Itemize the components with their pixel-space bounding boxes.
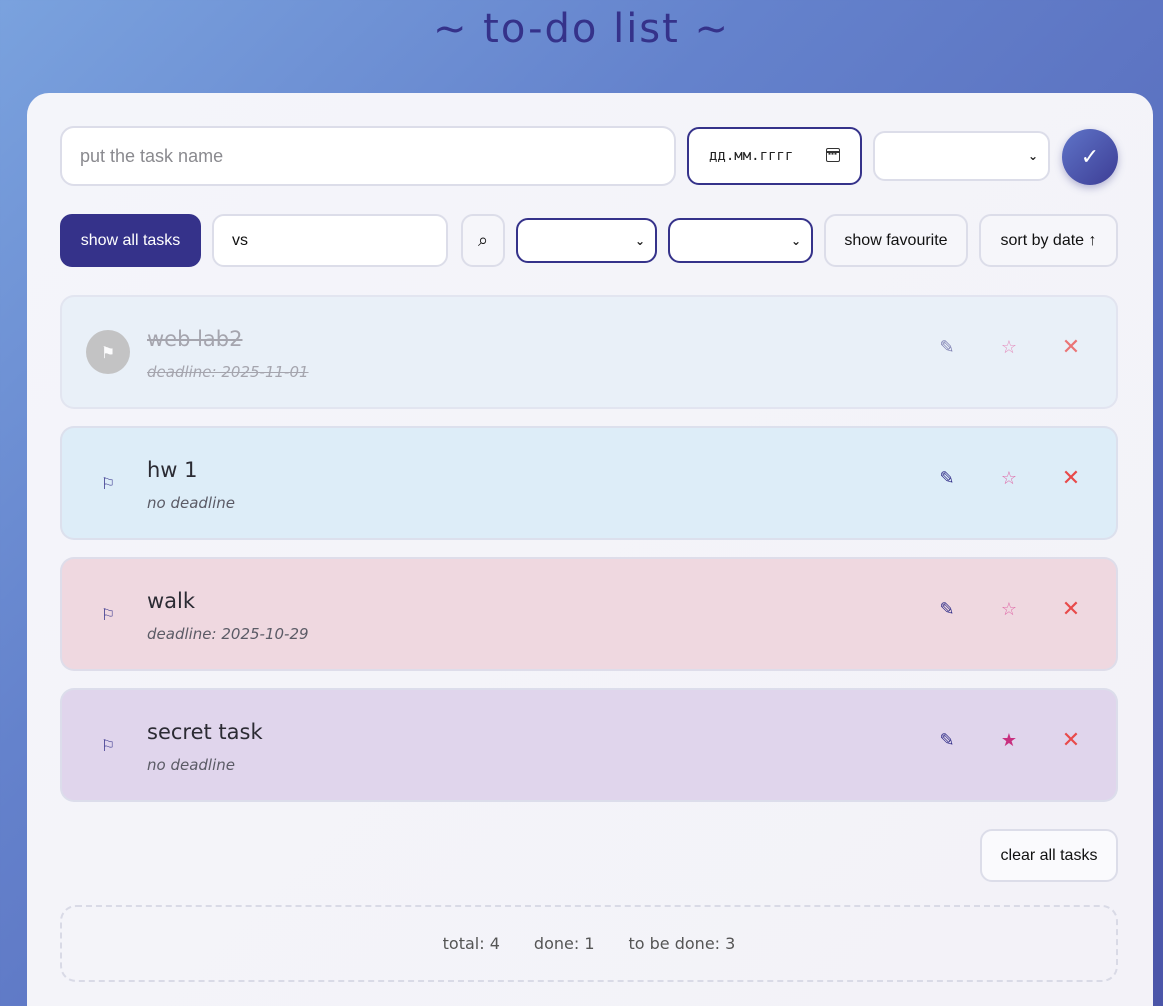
- task-name: walk: [147, 589, 196, 613]
- stat-total: total: 4: [442, 934, 500, 953]
- task-deadline: deadline: 2025-10-29: [147, 625, 309, 643]
- filter-select-2[interactable]: ⌄: [668, 218, 813, 263]
- filter-select-1[interactable]: ⌄: [516, 218, 657, 263]
- clear-all-tasks-button[interactable]: clear all tasks: [980, 829, 1118, 882]
- task-stats: total: 4 done: 1 to be done: 3: [60, 905, 1118, 982]
- star-outline-icon[interactable]: ☆: [996, 337, 1022, 358]
- task-name: web lab2: [147, 327, 243, 351]
- stat-done: done: 1: [533, 934, 595, 953]
- search-icon: ⌕: [477, 230, 489, 250]
- deadline-date-input[interactable]: дд.мм.гггг: [687, 127, 862, 185]
- chevron-down-icon: ⌄: [790, 233, 801, 248]
- edit-icon[interactable]: ✎: [934, 337, 960, 358]
- task-item: ⚐ walk deadline: 2025-10-29 ✎ ☆ ✕: [60, 557, 1118, 671]
- edit-icon[interactable]: ✎: [934, 730, 960, 751]
- chevron-down-icon: ⌄: [1027, 149, 1038, 163]
- flag-outline-icon[interactable]: ⚐: [86, 461, 130, 505]
- checkmark-icon: ✓: [1080, 144, 1100, 170]
- sort-by-date-button[interactable]: sort by date ↑: [979, 214, 1118, 267]
- flag-icon[interactable]: ⚑: [86, 330, 130, 374]
- task-item: ⚑ web lab2 deadline: 2025-11-01 ✎ ☆ ✕: [60, 295, 1118, 409]
- search-input[interactable]: [212, 214, 448, 267]
- edit-icon[interactable]: ✎: [934, 599, 960, 620]
- flag-outline-icon[interactable]: ⚐: [86, 592, 130, 636]
- add-task-button[interactable]: ✓: [1062, 129, 1118, 185]
- edit-icon[interactable]: ✎: [934, 468, 960, 489]
- close-icon[interactable]: ✕: [1058, 728, 1084, 753]
- task-deadline: deadline: 2025-11-01: [147, 363, 309, 381]
- add-task-form: дд.мм.гггг ⌄ ✓: [60, 126, 1118, 186]
- stat-to-be-done: to be done: 3: [628, 934, 736, 953]
- flag-outline-icon[interactable]: ⚐: [86, 723, 130, 767]
- task-name: hw 1: [147, 458, 198, 482]
- todo-card: дд.мм.гггг ⌄ ✓ show all tasks ⌕ ⌄ ⌄ show…: [27, 93, 1153, 1006]
- search-button[interactable]: ⌕: [461, 214, 505, 267]
- close-icon[interactable]: ✕: [1058, 466, 1084, 491]
- priority-select[interactable]: ⌄: [873, 131, 1050, 181]
- star-filled-icon[interactable]: ★: [996, 730, 1022, 751]
- task-name: secret task: [147, 720, 263, 744]
- close-icon[interactable]: ✕: [1058, 335, 1084, 360]
- task-item: ⚐ secret task no deadline ✎ ★ ✕: [60, 688, 1118, 802]
- star-outline-icon[interactable]: ☆: [996, 468, 1022, 489]
- task-deadline: no deadline: [147, 756, 235, 774]
- task-name-input[interactable]: [60, 126, 676, 186]
- chevron-down-icon: ⌄: [634, 233, 645, 248]
- page-title: ~ to-do list ~: [432, 6, 731, 52]
- task-deadline: no deadline: [147, 494, 235, 512]
- date-placeholder: дд.мм.гггг: [709, 148, 794, 164]
- close-icon[interactable]: ✕: [1058, 597, 1084, 622]
- star-outline-icon[interactable]: ☆: [996, 599, 1022, 620]
- show-all-tasks-button[interactable]: show all tasks: [60, 214, 201, 267]
- filter-toolbar: show all tasks ⌕ ⌄ ⌄ show favourite sort…: [60, 214, 1118, 267]
- show-favourite-button[interactable]: show favourite: [824, 214, 968, 267]
- task-item: ⚐ hw 1 no deadline ✎ ☆ ✕: [60, 426, 1118, 540]
- calendar-icon[interactable]: [826, 148, 840, 162]
